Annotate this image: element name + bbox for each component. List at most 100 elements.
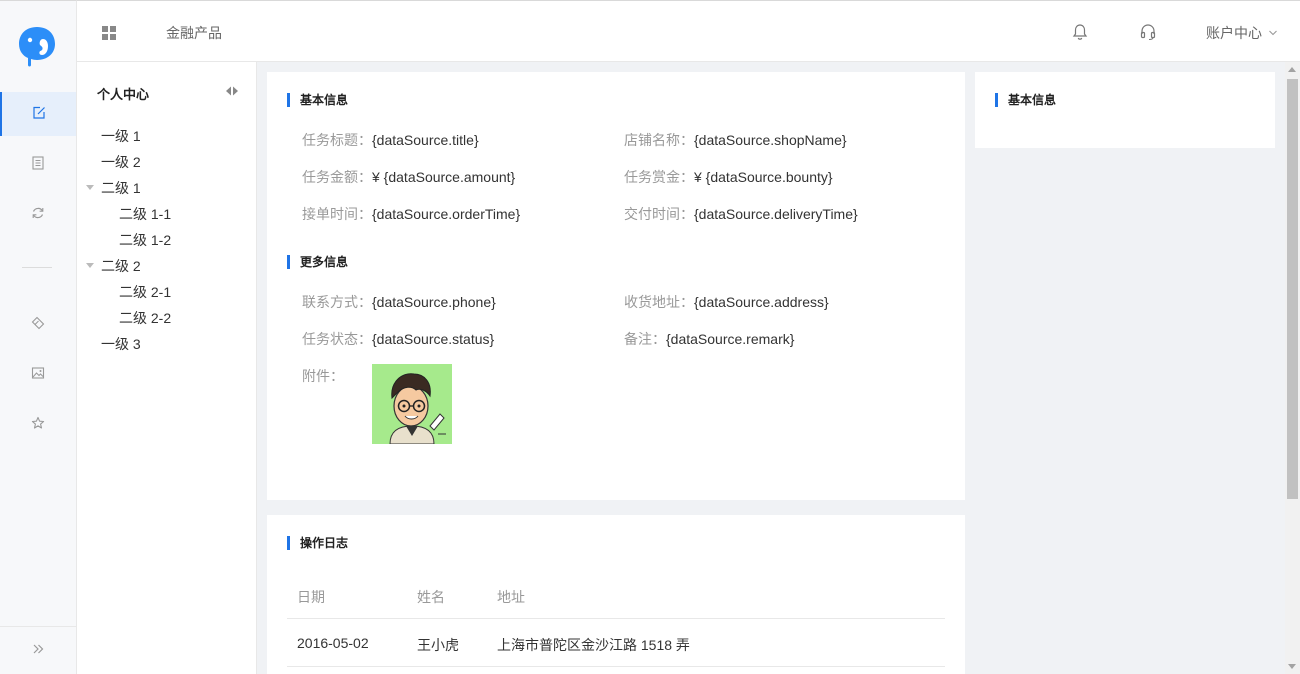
- column-header-name: 姓名: [417, 589, 445, 605]
- side-info-card: 基本信息: [975, 72, 1275, 148]
- tree-node-label: 二级 2: [101, 258, 141, 274]
- operation-log-table: 日期 姓名 地址 2016-05-02 王小虎 上海市普陀区金沙江路 1518 …: [287, 571, 945, 667]
- tree-node[interactable]: 一级 1: [77, 123, 257, 149]
- tree-node[interactable]: 一级 3: [77, 331, 257, 357]
- tree-node-label: 一级 2: [101, 154, 141, 170]
- table-row[interactable]: 2016-05-02 王小虎 上海市普陀区金沙江路 1518 弄: [287, 619, 945, 667]
- tree-node-label: 二级 1: [101, 180, 141, 196]
- caret-down-icon[interactable]: [86, 263, 94, 268]
- field-label: 任务赏金：: [624, 169, 694, 185]
- tree-node-label: 一级 3: [101, 336, 141, 352]
- basic-info-title: 基本信息: [287, 93, 348, 107]
- tree-title: 个人中心: [97, 87, 150, 102]
- column-header-address: 地址: [497, 589, 525, 605]
- field-delivery-time: 交付时间：{dataSource.deliveryTime}: [624, 204, 858, 224]
- field-label: 交付时间：: [624, 206, 694, 222]
- field-value: ¥ {dataSource.bounty}: [694, 169, 833, 185]
- bell-icon[interactable]: [1071, 23, 1089, 41]
- field-status: 任务状态：{dataSource.status}: [302, 329, 494, 349]
- field-label: 店铺名称：: [624, 132, 694, 148]
- icon-rail: [0, 0, 77, 674]
- field-value: {dataSource.phone}: [372, 294, 496, 310]
- field-amount: 任务金额：¥ {dataSource.amount}: [302, 167, 515, 187]
- rail-item-star[interactable]: [0, 402, 76, 446]
- app-grid-icon[interactable]: [101, 25, 117, 41]
- table-header-row: 日期 姓名 地址: [287, 571, 945, 619]
- tree-node-label: 二级 1-2: [119, 232, 172, 248]
- image-icon: [31, 366, 45, 383]
- field-label: 收货地址：: [624, 294, 694, 310]
- rail-item-document[interactable]: [0, 142, 76, 186]
- rail-divider: [22, 267, 52, 268]
- rail-item-refresh[interactable]: [0, 192, 76, 236]
- field-label: 联系方式：: [302, 294, 372, 310]
- tree-node[interactable]: 二级 2-2: [77, 305, 257, 331]
- document-icon: [31, 155, 45, 173]
- product-menu-link[interactable]: 金融产品: [166, 23, 222, 43]
- tree-node-label: 一级 1: [101, 128, 141, 144]
- star-icon: [31, 416, 45, 433]
- field-label: 接单时间：: [302, 206, 372, 222]
- chevron-down-icon: [1268, 25, 1278, 41]
- table-cell-address: 上海市普陀区金沙江路 1518 弄: [497, 637, 690, 653]
- scroll-down-arrow-icon[interactable]: [1288, 664, 1296, 669]
- field-label: 任务状态：: [302, 331, 372, 347]
- tree-list: 一级 1 一级 2 二级 1 二级 1-1 二级 1-2 二级 2 二级 2-1…: [77, 123, 257, 357]
- field-remark: 备注：{dataSource.remark}: [624, 329, 794, 349]
- scrollbar-thumb[interactable]: [1287, 79, 1298, 499]
- tree-node[interactable]: 一级 2: [77, 149, 257, 175]
- field-address: 收货地址：{dataSource.address}: [624, 292, 829, 312]
- field-shop-name: 店铺名称：{dataSource.shopName}: [624, 130, 847, 150]
- side-basic-info-title: 基本信息: [995, 93, 1056, 107]
- field-phone: 联系方式：{dataSource.phone}: [302, 292, 496, 312]
- tag-icon: [31, 316, 45, 333]
- account-center-label: 账户中心: [1206, 25, 1262, 41]
- tree-node-label: 二级 1-1: [119, 206, 172, 222]
- operation-log-title: 操作日志: [287, 536, 348, 550]
- task-info-card: 基本信息 任务标题：{dataSource.title} 店铺名称：{dataS…: [267, 72, 965, 500]
- tree-node[interactable]: 二级 1-1: [77, 201, 257, 227]
- operation-log-card: 操作日志 日期 姓名 地址 2016-05-02 王小虎 上海市普陀区金沙江路 …: [267, 515, 965, 674]
- field-value: {dataSource.orderTime}: [372, 206, 521, 222]
- field-label: 任务标题：: [302, 132, 372, 148]
- field-value: {dataSource.title}: [372, 132, 479, 148]
- field-value: {dataSource.remark}: [666, 331, 795, 347]
- field-value: {dataSource.deliveryTime}: [694, 206, 858, 222]
- caret-down-icon[interactable]: [86, 185, 94, 190]
- field-order-time: 接单时间：{dataSource.orderTime}: [302, 204, 520, 224]
- field-bounty: 任务赏金：¥ {dataSource.bounty}: [624, 167, 833, 187]
- rail-item-tag[interactable]: [0, 302, 76, 346]
- field-value: ¥ {dataSource.amount}: [372, 169, 516, 185]
- table-cell-date: 2016-05-02: [297, 635, 369, 651]
- rail-item-edit[interactable]: [0, 92, 76, 136]
- field-label: 备注：: [624, 331, 666, 347]
- attachment-avatar-image[interactable]: [372, 364, 452, 444]
- elephant-logo-icon[interactable]: [16, 25, 58, 69]
- field-value: {dataSource.shopName}: [694, 132, 847, 148]
- field-attachment: 附件：: [302, 366, 344, 386]
- tree-node-label: 二级 2-2: [119, 310, 172, 326]
- edit-icon: [32, 106, 46, 123]
- field-value: {dataSource.address}: [694, 294, 829, 310]
- field-title: 任务标题：{dataSource.title}: [302, 130, 479, 150]
- tree-node[interactable]: 二级 1: [77, 175, 257, 201]
- rail-item-image[interactable]: [0, 352, 76, 396]
- headset-icon[interactable]: [1139, 23, 1157, 41]
- more-info-title: 更多信息: [287, 255, 348, 269]
- refresh-icon: [31, 206, 45, 223]
- field-label: 附件：: [302, 368, 344, 384]
- tree-node[interactable]: 二级 2-1: [77, 279, 257, 305]
- column-header-date: 日期: [297, 589, 325, 605]
- collapse-tree-toggle[interactable]: [224, 84, 240, 96]
- field-label: 任务金额：: [302, 169, 372, 185]
- scroll-up-arrow-icon[interactable]: [1288, 67, 1296, 72]
- tree-node[interactable]: 二级 1-2: [77, 227, 257, 253]
- top-header: 金融产品 账户中心: [77, 0, 1300, 62]
- expand-rail-button[interactable]: [0, 626, 76, 674]
- tree-node[interactable]: 二级 2: [77, 253, 257, 279]
- tree-node-label: 二级 2-1: [119, 284, 172, 300]
- page-scrollbar[interactable]: [1285, 62, 1300, 674]
- account-center-dropdown[interactable]: 账户中心: [1206, 23, 1278, 43]
- table-cell-name: 王小虎: [417, 637, 459, 653]
- tree-sidebar: 个人中心 一级 1 一级 2 二级 1 二级 1-1 二级 1-2 二级 2 二…: [77, 62, 257, 674]
